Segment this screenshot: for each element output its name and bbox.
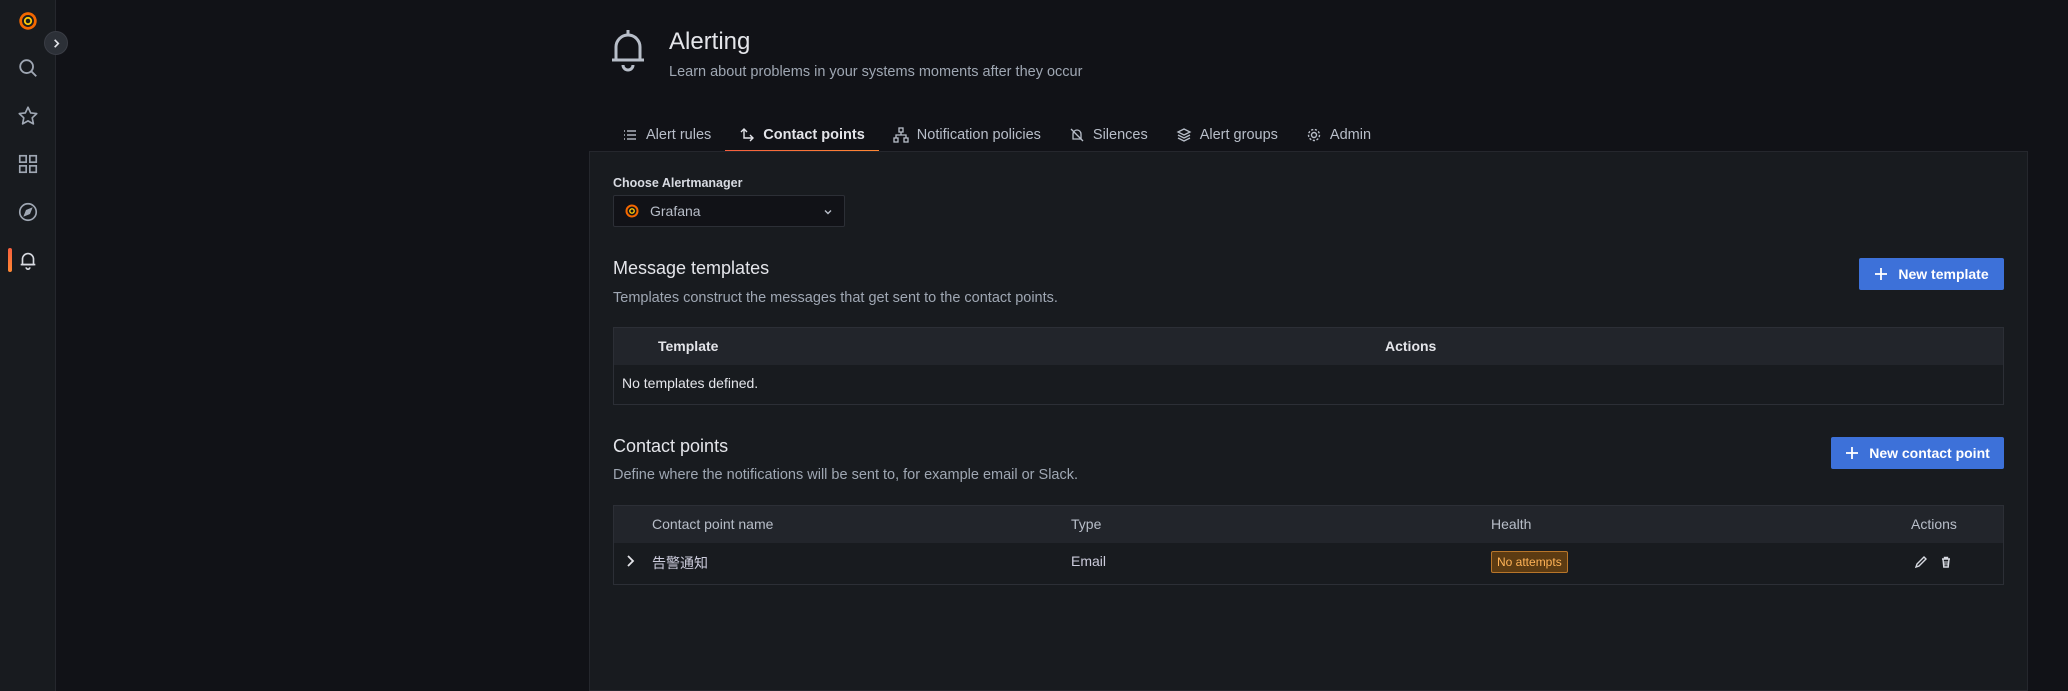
column-header: Actions — [1911, 516, 1957, 532]
dashboards-icon[interactable] — [0, 144, 56, 184]
alertmanager-select[interactable]: Grafana — [613, 195, 845, 227]
plus-icon — [1846, 447, 1859, 459]
edit-pencil-icon[interactable] — [1914, 555, 1928, 569]
sidebar — [0, 0, 56, 691]
bell-icon — [612, 30, 644, 72]
grafana-logo-icon — [625, 204, 639, 218]
new-template-label: New template — [1898, 266, 1989, 282]
new-template-button[interactable]: New template — [1859, 258, 2004, 290]
page-subtitle: Learn about problems in your systems mom… — [669, 64, 1083, 80]
tab-label: Contact points — [763, 127, 865, 143]
tab-contact-points[interactable]: Contact points — [725, 118, 879, 153]
contact-points-table: Contact point name Type Health Actions 告… — [613, 505, 2004, 585]
tab-admin[interactable]: Admin — [1292, 118, 1385, 152]
contact-points-description: Define where the notifications will be s… — [613, 467, 1079, 483]
sitemap-icon — [893, 127, 909, 143]
explore-compass-icon[interactable] — [0, 192, 56, 232]
new-contact-point-button[interactable]: New contact point — [1831, 437, 2004, 469]
search-icon[interactable] — [0, 48, 56, 88]
contact-points-title: Contact points — [613, 436, 729, 456]
alertmanager-selected-value: Grafana — [650, 203, 701, 219]
tab-label: Alert groups — [1199, 127, 1278, 143]
list-icon — [624, 130, 636, 140]
page-title: Alerting — [669, 28, 751, 55]
templates-title: Message templates — [613, 258, 770, 278]
trash-icon[interactable] — [1939, 555, 1953, 569]
empty-state-text: No templates defined. — [622, 375, 759, 391]
column-header: Actions — [1385, 338, 1437, 354]
tab-label: Silences — [1092, 127, 1148, 143]
tab-notification-policies[interactable]: Notification policies — [879, 118, 1055, 152]
tab-label: Notification policies — [916, 127, 1041, 143]
alerting-bell-icon[interactable] — [0, 240, 56, 280]
new-contact-point-label: New contact point — [1869, 445, 1990, 461]
layer-group-icon — [1176, 128, 1192, 142]
tab-alert-groups[interactable]: Alert groups — [1162, 118, 1292, 152]
contact-point-name: 告警通知 — [652, 555, 708, 571]
chevron-right-icon — [53, 38, 60, 48]
contact-points-icon — [740, 128, 755, 142]
tab-label: Admin — [1329, 127, 1372, 143]
alertmanager-label: Choose Alertmanager — [613, 176, 743, 190]
column-header: Template — [658, 338, 719, 354]
table-header: Contact point name Type Health Actions — [614, 506, 2003, 543]
health-badge: No attempts — [1491, 551, 1568, 573]
tab-alert-rules[interactable]: Alert rules — [608, 118, 725, 152]
chevron-down-icon — [824, 210, 832, 215]
templates-table: Template Actions No templates defined. — [613, 327, 2004, 405]
bell-slash-icon — [1070, 128, 1084, 142]
cog-icon — [1307, 128, 1321, 142]
templates-description: Templates construct the messages that ge… — [613, 290, 1058, 306]
table-header: Template Actions — [614, 328, 2003, 365]
star-icon[interactable] — [0, 96, 56, 136]
plus-icon — [1875, 268, 1888, 280]
column-header: Type — [1071, 516, 1102, 532]
content-panel — [589, 151, 2028, 691]
tab-label: Alert rules — [646, 127, 712, 143]
chevron-right-icon[interactable] — [623, 554, 637, 568]
column-header: Contact point name — [652, 516, 774, 532]
contact-point-type: Email — [1071, 553, 1107, 569]
tab-bar: Alert rules Contact points Notification … — [608, 118, 1385, 153]
column-header: Health — [1491, 516, 1532, 532]
tab-silences[interactable]: Silences — [1055, 118, 1162, 152]
sidebar-expand-button[interactable] — [44, 31, 68, 55]
